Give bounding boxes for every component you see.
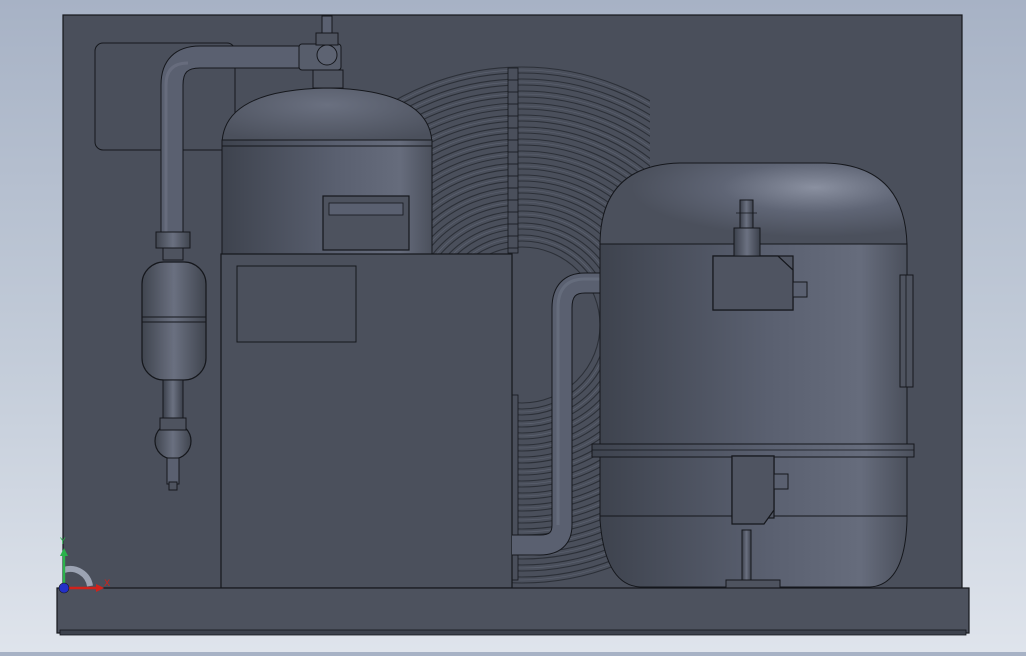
cad-viewport[interactable]: X Y — [0, 0, 1026, 652]
z-axis-origin — [58, 582, 70, 594]
control-box-label-plate — [236, 265, 357, 343]
filter-drier[interactable] — [141, 261, 207, 381]
compressor-weld-band — [591, 443, 915, 458]
y-axis-label: Y — [59, 537, 66, 547]
x-axis-label: X — [104, 579, 110, 589]
base-plate[interactable] — [56, 587, 970, 636]
control-box[interactable] — [220, 253, 513, 589]
compressor[interactable] — [591, 162, 915, 589]
flare-nut — [155, 231, 191, 249]
